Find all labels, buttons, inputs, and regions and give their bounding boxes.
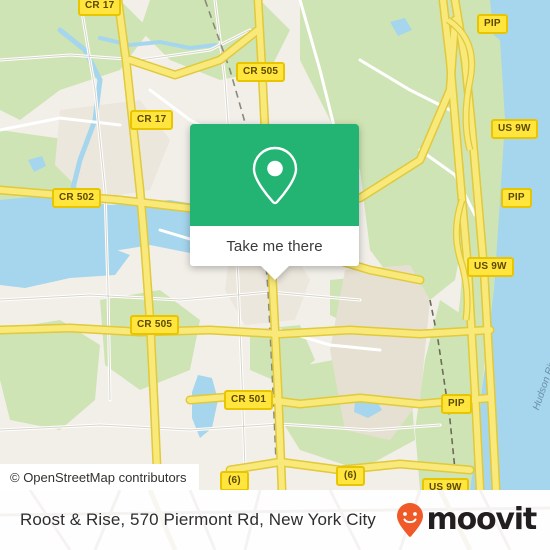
shield-pip-south: PIP: [441, 394, 472, 414]
shield-pip-north: PIP: [477, 14, 508, 34]
bottom-bar-content: Roost & Rise, 570 Piermont Rd, New York …: [0, 490, 550, 550]
moovit-wordmark: moovit: [426, 502, 538, 537]
map-pin-icon: [252, 146, 297, 205]
bottom-info-bar: Roost & Rise, 570 Piermont Rd, New York …: [0, 490, 550, 550]
take-me-there-label: Take me there: [226, 237, 323, 255]
shield-us-9w-north: US 9W: [491, 119, 538, 139]
moovit-pin-icon: [396, 503, 423, 537]
shield-cr-505-mid: CR 505: [130, 315, 180, 335]
shield-pip-mid: PIP: [501, 188, 532, 208]
shield-cr-17-mid: CR 17: [130, 110, 174, 130]
location-popup-card[interactable]: Take me there: [190, 124, 359, 280]
popup-tail: [260, 266, 289, 280]
shield-us-9w-mid: US 9W: [467, 257, 514, 277]
shield-us-9w-south: US 9W: [422, 478, 469, 490]
shield-cr-505-north: CR 505: [236, 62, 286, 82]
shield-cr-17-north: CR 17: [78, 0, 122, 16]
place-title: Roost & Rise, 570 Piermont Rd, New York …: [20, 510, 376, 529]
osm-attribution[interactable]: © OpenStreetMap contributors: [0, 464, 199, 490]
shield-route-6-left: (6): [220, 471, 249, 490]
shield-cr-501: CR 501: [224, 390, 274, 410]
shield-route-6-right: (6): [336, 466, 365, 486]
moovit-logo[interactable]: moovit: [395, 502, 538, 538]
popup-image-area: [190, 124, 359, 226]
take-me-there-button[interactable]: Take me there: [190, 226, 359, 266]
screenshot-root: CR 17 CR 505 PIP CR 17 US 9W PIP CR 502 …: [0, 0, 550, 550]
osm-attribution-text: © OpenStreetMap contributors: [10, 469, 187, 485]
shield-cr-502: CR 502: [52, 188, 102, 208]
